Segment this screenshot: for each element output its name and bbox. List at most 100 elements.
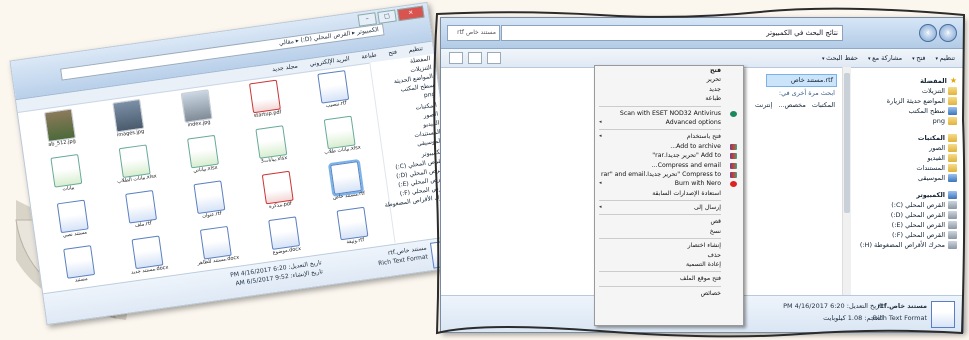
context-menu-item[interactable]: فتح باستخدام ◂ [595,132,743,141]
menu-item-label: طباعة [705,95,721,103]
file-tile[interactable]: مستند خاص.rtf [311,158,384,211]
file-tile[interactable]: بياناتي.xlsx [168,132,241,185]
submenu-arrow-icon: ◂ [599,118,602,125]
file-tile[interactable]: مستند نصي [37,197,110,250]
context-menu-item[interactable]: Add to archive... [595,142,743,151]
context-menu-item[interactable]: نسخ [595,227,743,236]
menu-item-label: فتح باستخدام [686,133,721,141]
context-menu-item[interactable]: Advanced options ◂ [595,118,743,127]
search-input[interactable]: rtf مستند خاص [447,25,500,41]
file-tile[interactable]: startup.pdf [230,77,303,130]
menu-item-label: إنشاء اختصار [687,242,721,250]
file-tile[interactable]: بيانات3.xlsx [236,122,309,175]
file-tile[interactable]: بيانات الطلاب.xlsx [99,142,172,195]
rtf-file-icon [931,301,955,328]
nav-group-header[interactable]: الكمبيوتر [851,190,963,200]
menu-item-label: تحرير [706,76,721,84]
forward-arrow-icon[interactable]: › [939,24,957,42]
file-tile[interactable]: مذكرة.pdf [243,168,316,221]
file-tile[interactable]: index.jpg [161,87,234,140]
file-label: بيانات [62,184,75,193]
context-menu-item[interactable]: إنشاء اختصار [595,241,743,250]
nav-item-label: القرص المحلي (C:) [891,201,945,209]
toolbar-button[interactable]: حفظ البحث [822,54,858,62]
context-menu-item[interactable]: إعادة التسمية [595,260,743,269]
nav-item[interactable]: الموسيقى [851,173,963,183]
context-menu-item[interactable]: فتح موقع الملف [595,274,743,283]
image-thumbnail [112,98,145,133]
drive-icon [948,241,957,249]
context-menu-item[interactable]: إرسال إلى ◂ [595,203,743,212]
close-icon[interactable]: ✕ [397,5,425,22]
file-tile[interactable]: بيانات طلاب.xlsx [305,113,378,166]
nav-item-label: الموسيقى [917,174,945,182]
rar-icon [730,162,737,169]
detail-file-name: مستند خاص.rtf [877,302,927,310]
context-menu-item[interactable]: قص [595,217,743,226]
file-tile[interactable]: عنوان.rtf [174,178,247,231]
nav-item-label: الصور [929,144,945,152]
nav-item[interactable]: القرص المحلي (C:) [851,200,963,210]
back-forward-buttons: ‹ › [919,24,957,42]
preview-pane-icon[interactable] [468,52,482,64]
nav-item[interactable]: الصور [851,143,963,153]
nav-group-header[interactable]: ★ المفضلة [851,75,963,86]
menu-item-label: Compress and email... [651,161,721,169]
nav-header-label: المكتبات [917,134,945,142]
views-icon[interactable] [487,52,501,64]
nav-item[interactable]: سطح المكتب [851,106,963,116]
folder-icon [948,117,957,125]
nav-item[interactable]: التنزيلات [851,86,963,96]
submenu-arrow-icon: ◂ [599,204,602,211]
nav-item[interactable]: png [851,116,963,126]
pdf-file-icon [261,170,294,205]
nav-item[interactable]: المواضع حديثة الزيارة [851,96,963,106]
nav-item[interactable]: القرص المحلي (E:) [851,220,963,230]
nav-group: الكمبيوتر القرص المحلي (C:) القرص المحلي (… [851,190,963,250]
context-menu-item[interactable]: استعادة الإصدارات السابقة [595,189,743,198]
nav-item[interactable]: القرص المحلي (F:) [851,230,963,240]
search-again-option[interactable]: إنترنت [755,101,772,109]
file-tile[interactable]: ملف.rtf [106,187,179,240]
nav-item[interactable]: محرك الأقراص المضغوطة (H:) [851,240,963,250]
context-menu-item[interactable]: تحرير [595,75,743,84]
file-tile[interactable]: تنصيب.rtf [298,67,371,120]
context-menu-item[interactable]: جديد [595,85,743,94]
context-menu-item[interactable]: Compress to "تحرير جديدا.rar" and email [595,170,743,179]
search-again-option[interactable]: المكتبات [812,101,835,109]
left-window-controls: – □ ✕ [357,5,425,27]
nav-item[interactable]: المستندات [851,163,963,173]
context-menu-item[interactable]: خصائص [595,289,743,298]
toolbar-button[interactable]: فتح [912,54,925,62]
toolbar-button[interactable]: مشاركة مع [868,54,902,62]
nav-item[interactable]: القرص المحلي (D:) [851,210,963,220]
nav-item-label: المواضع حديثة الزيارة [886,97,945,105]
folder-icon [948,87,957,95]
scrollbar-thumb[interactable] [844,73,850,213]
context-menu-item[interactable]: Burn with Nero ◂ [595,179,743,188]
context-menu-item[interactable]: طباعة [595,94,743,103]
folder-icon [948,174,957,182]
back-arrow-icon[interactable]: ‹ [919,24,937,42]
context-menu-item[interactable]: حذف [595,251,743,260]
context-menu-item[interactable]: Add to "تحرير جديدا.rar" [595,151,743,160]
toolbar-button[interactable]: تنظيم [936,54,955,62]
file-tile[interactable]: بيانات [31,151,104,204]
vertical-scrollbar[interactable] [842,67,851,296]
search-again-option[interactable]: مخصص... [778,101,805,109]
nav-item[interactable]: الفيديو [851,153,963,163]
context-menu-item[interactable]: فتح [595,66,743,75]
folder-icon [948,134,957,142]
excel-file-icon [255,125,288,159]
file-tile[interactable]: images.jpg [93,96,166,149]
file-tile[interactable]: ab_512.jpg [24,106,97,159]
nav-group: ★ المفضلة التنزيلات المواضع حديثة الزيارة سط… [851,75,963,126]
context-menu-item[interactable]: Scan with ESET NOD32 Antivirus [595,109,743,118]
address-bar[interactable]: نتائج البحث في الكمبيوتر [501,25,843,41]
excel-file-icon [187,134,219,169]
maximize-icon[interactable]: □ [377,9,397,24]
help-icon[interactable] [449,52,463,64]
nav-group-header[interactable]: المكتبات [851,133,963,143]
selected-file-item[interactable]: rtf.مستند خاص [766,74,837,87]
context-menu-item[interactable]: Compress and email... [595,161,743,170]
